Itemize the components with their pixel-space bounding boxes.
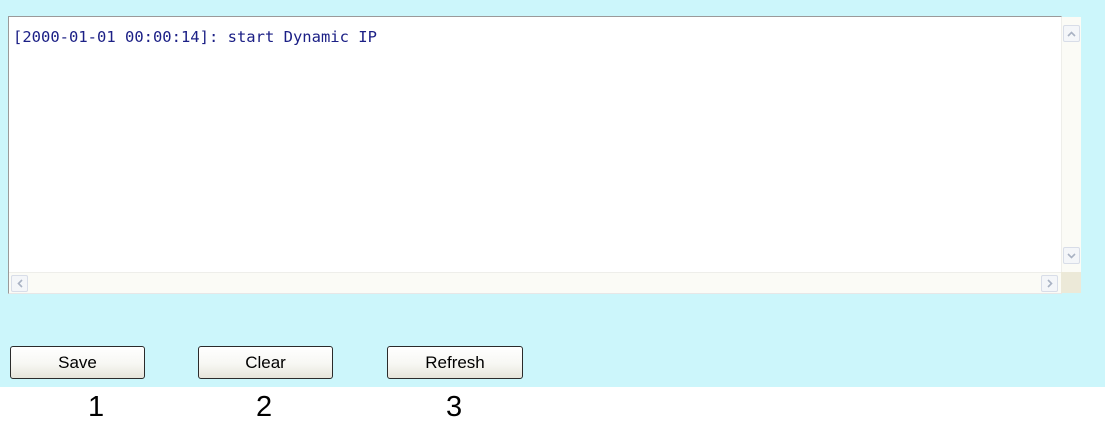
log-textarea[interactable]: [2000-01-01 00:00:14]: start Dynamic IP: [8, 16, 1062, 294]
chevron-up-icon: [1067, 30, 1076, 37]
annotation-label-1: 1: [88, 391, 105, 423]
scroll-up-button[interactable]: [1063, 25, 1080, 42]
log-line: [2000-01-01 00:00:14]: start Dynamic IP: [13, 28, 377, 46]
horizontal-scrollbar[interactable]: [9, 272, 1061, 293]
chevron-down-icon: [1067, 252, 1076, 259]
scroll-left-button[interactable]: [11, 275, 28, 292]
save-button[interactable]: Save: [10, 346, 145, 379]
scroll-right-button[interactable]: [1041, 275, 1058, 292]
refresh-button[interactable]: Refresh: [387, 346, 523, 379]
annotation-label-2: 2: [256, 391, 273, 423]
chevron-left-icon: [16, 279, 23, 288]
clear-button[interactable]: Clear: [198, 346, 333, 379]
scroll-down-button[interactable]: [1063, 247, 1080, 264]
chevron-right-icon: [1046, 279, 1053, 288]
vertical-scrollbar[interactable]: [1061, 17, 1081, 272]
annotation-label-3: 3: [446, 391, 463, 423]
scrollbar-corner: [1061, 272, 1081, 293]
